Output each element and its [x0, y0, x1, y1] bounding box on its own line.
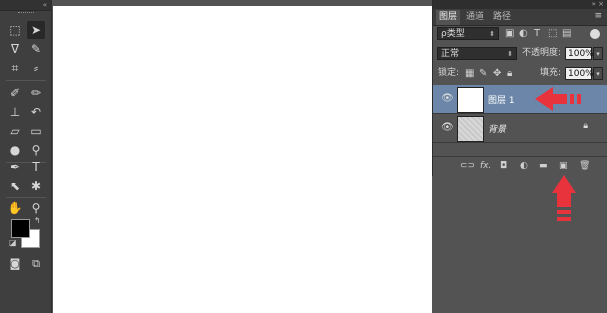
new-layer-icon[interactable]: ▣ [559, 161, 568, 171]
opacity-dropdown-button[interactable]: ▾ [593, 47, 603, 60]
filter-type-icon[interactable]: T [534, 27, 540, 40]
pen-tool-icon[interactable]: ✒ [6, 158, 24, 176]
trash-icon[interactable]: 🗑︎ [579, 161, 590, 171]
panel-menu-icon[interactable]: ≡ [594, 11, 602, 21]
crop-tool-icon[interactable]: ⌗ [6, 59, 24, 77]
tab-layers[interactable]: 图层 [436, 10, 461, 25]
kind-filter-select[interactable]: ρ类型 ⬍ [437, 27, 499, 40]
path-select-tool-icon[interactable]: ⬉ [6, 177, 24, 195]
fill-dropdown-button[interactable]: ▾ [593, 67, 603, 80]
eraser-tool-icon[interactable]: ▱ [6, 122, 24, 140]
filter-pixel-icon[interactable]: ▣ [505, 27, 514, 40]
group-folder-icon[interactable]: ▬ [539, 161, 548, 171]
stamp-tool-icon[interactable]: ⊥ [6, 103, 24, 121]
tab-channels[interactable]: 通道 [463, 10, 487, 25]
lasso-tool-icon[interactable]: ᐁ [6, 40, 24, 58]
link-layers-icon[interactable]: ⊂⊃ [460, 161, 475, 171]
eyedropper-tool-icon[interactable]: ⸗ [27, 59, 45, 77]
blend-mode-value: 正常 [441, 49, 460, 59]
layer-name[interactable]: 图层 1 [488, 93, 515, 106]
opacity-input[interactable]: 100% [565, 47, 594, 60]
visibility-eye-icon[interactable]: 👁︎ [441, 122, 454, 133]
history-brush-tool-icon[interactable]: ↶ [27, 103, 45, 121]
default-colors-icon[interactable]: ◪ [9, 238, 17, 247]
dodge-tool-icon[interactable]: ⚲ [27, 141, 45, 159]
layer-row-background[interactable]: 👁︎ 背景 🔒︎ [433, 114, 607, 143]
fill-label: 填充: [540, 68, 562, 78]
healing-tool-icon[interactable]: ✐ [6, 84, 24, 102]
marquee-tool-icon[interactable]: ⬚ [6, 21, 24, 39]
zoom-tool-icon[interactable]: ⚲ [27, 199, 45, 217]
quick-select-tool-icon[interactable]: ✎ [27, 40, 45, 58]
filter-adjustment-icon[interactable]: ◐ [519, 27, 528, 40]
blur-tool-icon[interactable]: ● [6, 141, 24, 159]
swap-colors-icon[interactable]: ↰ [34, 216, 41, 225]
toolbar-grip[interactable] [18, 12, 34, 15]
panel-tabs: 图层 通道 路径 ≡ [433, 9, 607, 26]
add-mask-icon[interactable]: ◘ [500, 161, 507, 171]
adjustment-layer-icon[interactable]: ◐ [520, 161, 528, 171]
quick-mask-icon[interactable]: ◙ [6, 254, 24, 272]
filter-shape-icon[interactable]: ⬚ [548, 27, 557, 40]
shape-tool-icon[interactable]: ✱ [27, 177, 45, 195]
blend-mode-select[interactable]: 正常 ⬍ [437, 47, 517, 60]
layer-thumbnail [457, 87, 484, 113]
screen-mode-icon[interactable]: ⧉ [27, 254, 45, 272]
tab-paths[interactable]: 路径 [490, 10, 514, 25]
move-tool-icon[interactable]: ➤ [27, 21, 45, 39]
brush-tool-icon[interactable]: ✏ [27, 84, 45, 102]
filter-toggle-icon[interactable] [590, 29, 600, 39]
type-tool-icon[interactable]: T [27, 158, 45, 176]
lock-transparency-icon[interactable]: ▦ [465, 67, 474, 80]
fx-icon[interactable]: fx. [480, 161, 491, 171]
tools-panel: « ➤ ⬚ ᐁ ✎ ⌗ ⸗ ✐ ✏ ⊥ ↶ ▱ ▭ ● ⚲ ✒ T ⬉ ✱ ✋ … [0, 0, 52, 313]
panel-collapse-icon[interactable]: » × [433, 0, 607, 9]
visibility-eye-icon[interactable]: 👁︎ [441, 93, 454, 104]
layer-lock-icon: 🔒︎ [583, 121, 588, 131]
fill-input[interactable]: 100% [565, 67, 594, 80]
toolbar-collapse-icon[interactable]: « [0, 0, 51, 11]
opacity-label: 不透明度: [522, 48, 562, 58]
lock-all-icon[interactable]: 🔒︎ [507, 67, 512, 80]
lock-pixels-icon[interactable]: ✎ [479, 67, 487, 80]
kind-filter-value: ρ类型 [441, 29, 465, 39]
filter-smart-object-icon[interactable]: ▤ [562, 27, 571, 40]
gradient-tool-icon[interactable]: ▭ [27, 122, 45, 140]
lock-label: 锁定: [438, 68, 460, 78]
layer-name[interactable]: 背景 [488, 122, 506, 135]
hand-tool-icon[interactable]: ✋ [6, 199, 24, 217]
foreground-color-swatch[interactable] [11, 219, 30, 238]
lock-position-icon[interactable]: ✥ [493, 67, 501, 80]
annotation-arrow-up-icon [552, 175, 576, 221]
layer-thumbnail [457, 116, 484, 142]
document-canvas[interactable] [53, 6, 432, 313]
layers-bottom-bar: ⊂⊃ fx. ◘ ◐ ▬ ▣ 🗑︎ [433, 156, 607, 177]
annotation-arrow-left-icon [535, 87, 581, 111]
